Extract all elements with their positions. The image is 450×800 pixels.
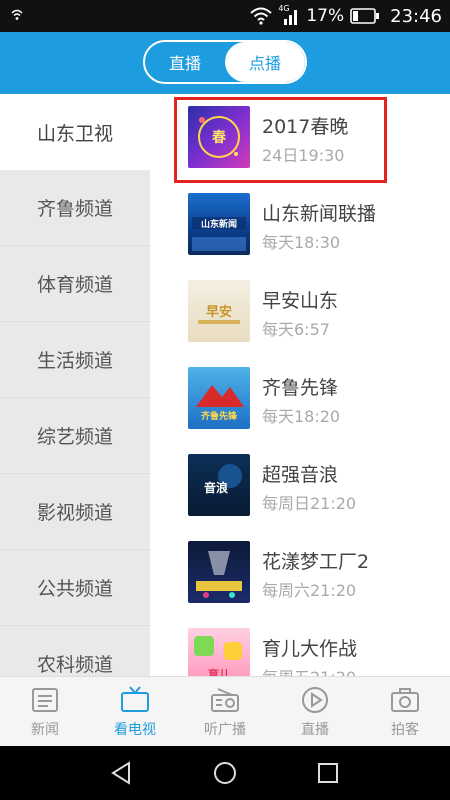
tab-label: 听广播 [204,721,246,738]
channel-item[interactable]: 山东卫视 [0,94,150,170]
channel-item[interactable]: 公共频道 [0,550,150,626]
program-time: 每天18:30 [262,233,341,252]
system-nav-bar [0,746,450,800]
program-item[interactable]: 早安 早安山东 每天6:57 [150,268,450,355]
news-broadcast-thumbnail: 山东新闻 [188,193,250,255]
live-vod-toggle: 直播 点播 [143,40,307,84]
back-icon[interactable] [109,760,135,786]
channel-item[interactable]: 齐鲁频道 [0,170,150,246]
dream-factory-thumbnail [188,541,250,603]
status-bar: 4G 17% 23:46 [0,0,450,32]
notification-icon [11,9,23,20]
channel-item[interactable]: 影视频道 [0,474,150,550]
camera-icon [391,687,419,712]
clock: 23:46 [390,5,442,27]
program-title: 育儿大作战 [262,638,358,660]
svg-text:早安: 早安 [206,304,232,320]
channel-item[interactable]: 体育频道 [0,246,150,322]
program-item[interactable]: 齐鲁先锋 齐鲁先锋 每天18:20 [150,355,450,442]
news-icon [32,687,58,712]
tab-vod[interactable]: 点播 [225,42,305,82]
program-title: 花漾梦工厂2 [262,551,370,573]
wifi-icon [250,7,272,25]
spring-gala-thumbnail: 春 [188,106,250,168]
channel-item[interactable]: 生活频道 [0,322,150,398]
bottom-tab-bar: 新闻 看电视 听广播 直播 拍客 [0,676,450,746]
qilu-pioneer-thumbnail: 齐鲁先锋 [188,367,250,429]
channel-item[interactable]: 农科频道 [0,626,150,676]
program-title: 早安山东 [262,290,339,312]
program-item[interactable]: 山东新闻 山东新闻联播 每天18:30 [150,181,450,268]
svg-text:齐鲁先锋: 齐鲁先锋 [201,410,238,422]
battery-percent: 17% [306,6,345,26]
home-icon[interactable] [212,760,238,786]
music-show-thumbnail: 音浪 [188,454,250,516]
parenting-show-thumbnail: 育儿 [188,628,250,676]
program-title: 山东新闻联播 [262,203,377,225]
play-icon [302,686,328,713]
tab-label: 看电视 [114,721,156,738]
channel-item[interactable]: 综艺频道 [0,398,150,474]
program-time: 每周日21:20 [262,494,357,513]
tab-watch-tv[interactable]: 看电视 [90,677,180,746]
program-title: 超强音浪 [262,464,339,486]
tab-camera[interactable]: 拍客 [360,677,450,746]
tab-live-stream[interactable]: 直播 [270,677,360,746]
program-list: 春 2017春晚 24日19:30 山东新闻 山东新闻联播 每天18:30 早安… [150,94,450,676]
tv-icon [121,685,149,712]
svg-text:育儿: 育儿 [208,667,230,676]
tab-label: 拍客 [391,721,419,738]
program-time: 每周六21:20 [262,581,357,600]
tab-news[interactable]: 新闻 [0,677,90,746]
morning-show-thumbnail: 早安 [188,280,250,342]
svg-text:山东新闻: 山东新闻 [201,218,237,230]
program-title: 齐鲁先锋 [262,377,339,399]
program-item[interactable]: 花漾梦工厂2 每周六21:20 [150,529,450,616]
tab-live[interactable]: 直播 [145,42,225,82]
battery-icon [350,8,380,24]
tab-label: 直播 [301,721,329,738]
program-item[interactable]: 春 2017春晚 24日19:30 [150,94,450,181]
tab-radio[interactable]: 听广播 [180,677,270,746]
program-time: 24日19:30 [262,146,345,165]
program-time: 每天6:57 [262,320,330,339]
svg-text:音浪: 音浪 [204,480,228,495]
cell-signal-icon: 4G [278,4,300,26]
program-item[interactable]: 育儿 育儿大作战 每周五21:20 [150,616,450,676]
tab-label: 新闻 [31,721,59,738]
radio-icon [211,687,239,712]
program-item[interactable]: 音浪 超强音浪 每周日21:20 [150,442,450,529]
svg-text:春: 春 [211,129,227,146]
recents-icon[interactable] [315,760,341,786]
program-time: 每周五21:20 [262,664,356,676]
channel-list: 山东卫视 齐鲁频道 体育频道 生活频道 综艺频道 影视频道 公共频道 农科频道 [0,94,150,676]
app-header: 直播 点播 [0,32,450,94]
program-time: 每天18:20 [262,407,341,426]
program-title: 2017春晚 [262,116,349,138]
